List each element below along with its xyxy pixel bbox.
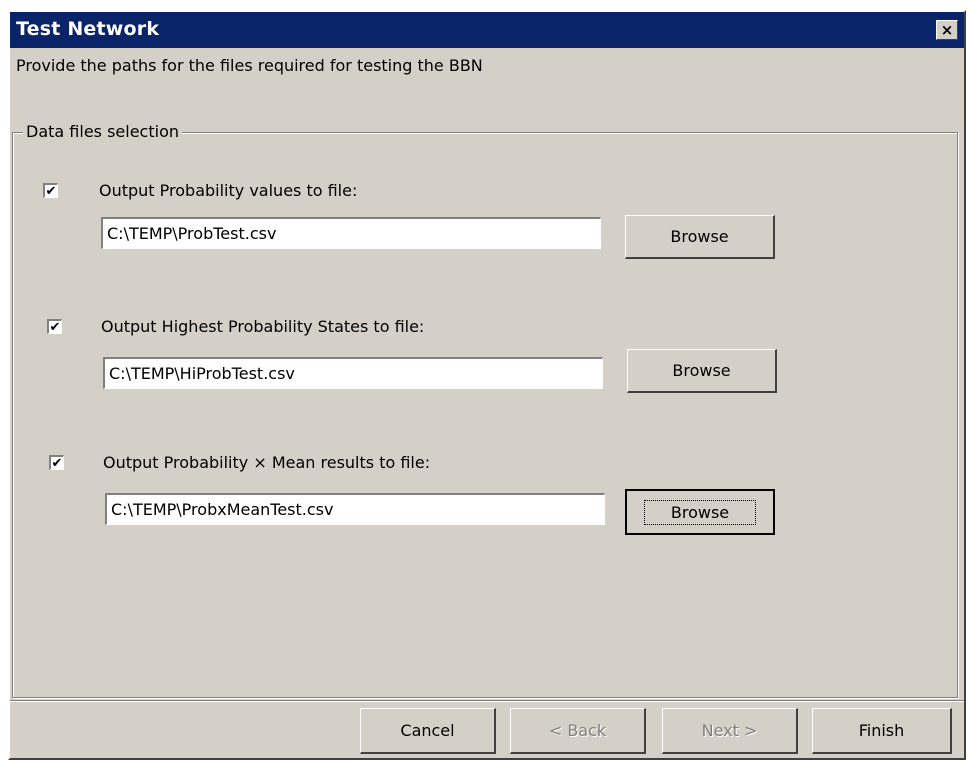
next-button[interactable]: Next > (662, 708, 798, 754)
highest-probability-states-checkbox[interactable]: ✔ (47, 319, 62, 334)
probability-values-path-input[interactable]: C:\TEMP\ProbTest.csv (101, 217, 601, 249)
browse-button-label: Browse (643, 499, 757, 525)
groupbox-label: Data files selection (23, 122, 182, 141)
probability-values-browse-button[interactable]: Browse (625, 215, 775, 259)
probability-mean-label: Output Probability × Mean results to fil… (103, 453, 431, 472)
probability-values-label: Output Probability values to file: (99, 181, 358, 200)
highest-probability-states-path-input[interactable]: C:\TEMP\HiProbTest.csv (103, 357, 603, 389)
test-network-dialog: Test Network × Provide the paths for the… (8, 10, 966, 760)
data-files-groupbox: Data files selection ✔ Output Probabilit… (12, 122, 958, 698)
checkmark-icon: ✔ (45, 183, 57, 199)
close-icon: × (940, 20, 954, 39)
page-subtitle: Provide the paths for the files required… (16, 56, 483, 75)
cancel-button-label: Cancel (400, 721, 455, 740)
checkmark-icon: ✔ (49, 319, 61, 335)
highest-probability-states-browse-button[interactable]: Browse (627, 349, 777, 393)
back-button[interactable]: < Back (510, 708, 646, 754)
window-title: Test Network (16, 18, 160, 40)
probability-values-checkbox[interactable]: ✔ (43, 183, 58, 198)
back-button-label: < Back (548, 721, 607, 740)
probability-mean-browse-button[interactable]: Browse (625, 489, 775, 535)
finish-button[interactable]: Finish (812, 708, 952, 754)
finish-button-label: Finish (858, 721, 905, 740)
checkmark-icon: ✔ (51, 455, 63, 471)
title-bar[interactable]: Test Network × (10, 12, 964, 48)
footer-divider (10, 700, 964, 702)
browse-button-label: Browse (672, 361, 731, 380)
cancel-button[interactable]: Cancel (360, 708, 496, 754)
highest-probability-states-label: Output Highest Probability States to fil… (101, 317, 425, 336)
probability-mean-path-input[interactable]: C:\TEMP\ProbxMeanTest.csv (105, 493, 605, 525)
browse-button-label: Browse (670, 227, 729, 246)
close-button[interactable]: × (936, 20, 958, 40)
next-button-label: Next > (701, 721, 758, 740)
probability-mean-checkbox[interactable]: ✔ (49, 455, 64, 470)
